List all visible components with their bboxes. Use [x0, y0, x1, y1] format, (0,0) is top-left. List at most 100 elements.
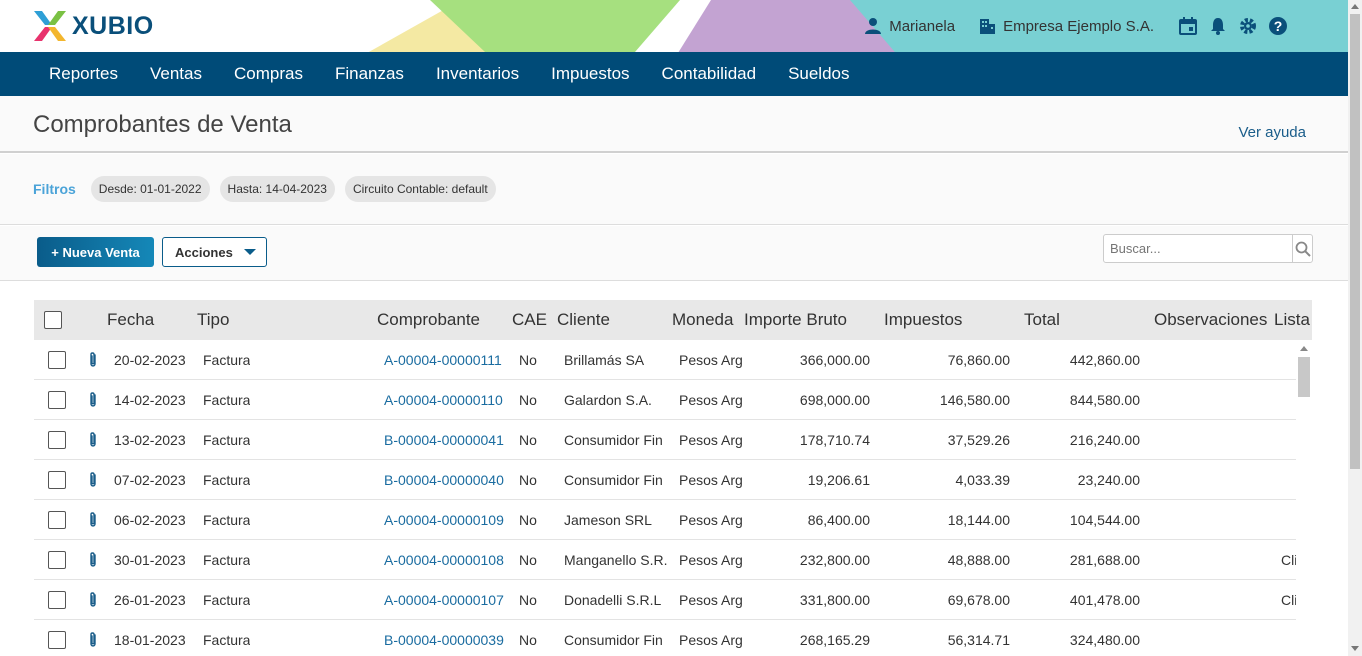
- nav-item-impuestos[interactable]: Impuestos: [535, 64, 645, 84]
- nav-item-inventarios[interactable]: Inventarios: [420, 64, 535, 84]
- cell-comprobante-link[interactable]: B-00004-00000041: [384, 432, 504, 448]
- cell-fecha: 06-02-2023: [114, 512, 186, 528]
- search-input[interactable]: [1104, 235, 1292, 262]
- filter-chip-desde[interactable]: Desde: 01-01-2022: [90, 176, 210, 202]
- new-sale-button[interactable]: + Nueva Venta: [37, 237, 154, 267]
- cell-fecha: 20-02-2023: [114, 352, 186, 368]
- select-all-checkbox[interactable]: [44, 311, 62, 329]
- nav-item-contabilidad[interactable]: Contabilidad: [646, 64, 773, 84]
- paperclip-icon[interactable]: [86, 351, 100, 369]
- column-header-cliente[interactable]: Cliente: [557, 310, 610, 330]
- table-row[interactable]: 13-02-2023 Factura B-00004-00000041 No Consu…: [34, 420, 1296, 460]
- cell-comprobante-link[interactable]: A-00004-00000111: [384, 352, 502, 368]
- table-row[interactable]: 18-01-2023 Factura B-00004-00000039 No Consu…: [34, 620, 1296, 656]
- paperclip-icon[interactable]: [86, 591, 100, 609]
- row-checkbox[interactable]: [48, 391, 66, 409]
- paperclip-icon[interactable]: [86, 471, 100, 489]
- paperclip-icon[interactable]: [86, 511, 100, 529]
- xubio-logo[interactable]: XUBIO: [32, 9, 154, 43]
- gear-icon[interactable]: [1238, 16, 1258, 36]
- column-header-impuestos[interactable]: Impuestos: [884, 310, 962, 330]
- cell-moneda: Pesos Arg: [679, 432, 742, 448]
- search-button[interactable]: [1292, 235, 1312, 262]
- table-scrollbar[interactable]: [1296, 340, 1312, 656]
- bell-icon[interactable]: [1208, 16, 1228, 36]
- help-link[interactable]: Ver ayuda: [1238, 124, 1306, 141]
- cell-moneda: Pesos Arg: [679, 472, 742, 488]
- paperclip-icon[interactable]: [86, 631, 100, 649]
- column-header-observaciones[interactable]: Observaciones: [1154, 310, 1267, 330]
- row-checkbox[interactable]: [48, 471, 66, 489]
- help-icon[interactable]: ?: [1268, 16, 1288, 36]
- nav-item-ventas[interactable]: Ventas: [134, 64, 218, 84]
- cell-comprobante-link[interactable]: A-00004-00000107: [384, 592, 504, 608]
- nav-item-finanzas[interactable]: Finanzas: [319, 64, 420, 84]
- column-header-tipo[interactable]: Tipo: [197, 310, 229, 330]
- nav-item-reportes[interactable]: Reportes: [33, 64, 134, 84]
- column-header-comprobante[interactable]: Comprobante: [377, 310, 480, 330]
- filter-chip-hasta[interactable]: Hasta: 14-04-2023: [219, 176, 335, 202]
- user-menu[interactable]: Marianela: [863, 16, 955, 36]
- row-checkbox[interactable]: [48, 551, 66, 569]
- column-header-cae[interactable]: CAE: [512, 310, 547, 330]
- cell-fecha: 18-01-2023: [114, 632, 186, 648]
- cell-comprobante-link[interactable]: B-00004-00000040: [384, 472, 504, 488]
- column-header-lista[interactable]: Lista: [1274, 310, 1310, 330]
- scroll-thumb[interactable]: [1350, 14, 1360, 469]
- table-row[interactable]: 30-01-2023 Factura A-00004-00000108 No Manga…: [34, 540, 1296, 580]
- cell-cliente: Consumidor Fin: [564, 432, 663, 448]
- row-checkbox[interactable]: [48, 431, 66, 449]
- cell-tipo: Factura: [203, 512, 251, 528]
- page-title: Comprobantes de Venta: [33, 111, 292, 138]
- paperclip-icon[interactable]: [86, 551, 100, 569]
- scroll-down-icon[interactable]: [1351, 646, 1359, 651]
- actions-dropdown[interactable]: Acciones: [162, 237, 267, 267]
- column-header-total[interactable]: Total: [1024, 310, 1060, 330]
- cell-total: 442,860.00: [1069, 352, 1140, 368]
- cell-comprobante-link[interactable]: A-00004-00000108: [384, 552, 504, 568]
- table-row[interactable]: 26-01-2023 Factura A-00004-00000107 No Donad…: [34, 580, 1296, 620]
- caret-down-icon: [244, 249, 256, 255]
- scroll-up-icon[interactable]: [1351, 4, 1359, 9]
- column-header-moneda[interactable]: Moneda: [672, 310, 733, 330]
- table-row[interactable]: 20-02-2023 Factura A-00004-00000111 No Brill…: [34, 340, 1296, 380]
- filters-label[interactable]: Filtros: [33, 181, 76, 197]
- table-row[interactable]: 06-02-2023 Factura A-00004-00000109 No James…: [34, 500, 1296, 540]
- row-checkbox[interactable]: [48, 631, 66, 649]
- cell-tipo: Factura: [203, 552, 251, 568]
- search-icon: [1295, 241, 1311, 257]
- table-row[interactable]: 07-02-2023 Factura B-00004-00000040 No Consu…: [34, 460, 1296, 500]
- table-body: 20-02-2023 Factura A-00004-00000111 No Brill…: [34, 340, 1296, 656]
- paperclip-icon[interactable]: [86, 431, 100, 449]
- cell-moneda: Pesos Arg: [679, 552, 742, 568]
- cell-comprobante-link[interactable]: A-00004-00000110: [384, 392, 503, 408]
- paperclip-icon[interactable]: [86, 391, 100, 409]
- nav-item-sueldos[interactable]: Sueldos: [772, 64, 865, 84]
- building-icon: [980, 19, 996, 34]
- column-header-importe-bruto[interactable]: Importe Bruto: [744, 310, 847, 330]
- scroll-up-icon[interactable]: [1300, 346, 1308, 351]
- cell-tipo: Factura: [203, 432, 251, 448]
- cell-total: 281,688.00: [1069, 552, 1140, 568]
- user-icon: [865, 18, 882, 34]
- column-header-fecha[interactable]: Fecha: [107, 310, 154, 330]
- table-row[interactable]: 14-02-2023 Factura A-00004-00000110 No Galar…: [34, 380, 1296, 420]
- calendar-icon[interactable]: [1178, 16, 1198, 36]
- cell-comprobante-link[interactable]: A-00004-00000109: [384, 512, 504, 528]
- cell-cae: No: [519, 472, 537, 488]
- toolbar: + Nueva Venta Acciones: [0, 226, 1348, 281]
- cell-comprobante-link[interactable]: B-00004-00000039: [384, 632, 504, 648]
- row-checkbox[interactable]: [48, 511, 66, 529]
- page-scrollbar[interactable]: [1348, 0, 1362, 656]
- logo-x-icon: [34, 11, 66, 41]
- row-checkbox[interactable]: [48, 591, 66, 609]
- filter-chip-circuito[interactable]: Circuito Contable: default: [344, 176, 496, 202]
- cell-impuestos: 56,314.71: [947, 632, 1010, 648]
- actions-label: Acciones: [175, 244, 233, 260]
- cell-importe-bruto: 178,710.74: [799, 432, 870, 448]
- row-checkbox[interactable]: [48, 351, 66, 369]
- nav-item-compras[interactable]: Compras: [218, 64, 319, 84]
- scroll-thumb[interactable]: [1298, 357, 1310, 397]
- cell-moneda: Pesos Arg: [679, 512, 742, 528]
- company-menu[interactable]: Empresa Ejemplo S.A.: [977, 16, 1154, 36]
